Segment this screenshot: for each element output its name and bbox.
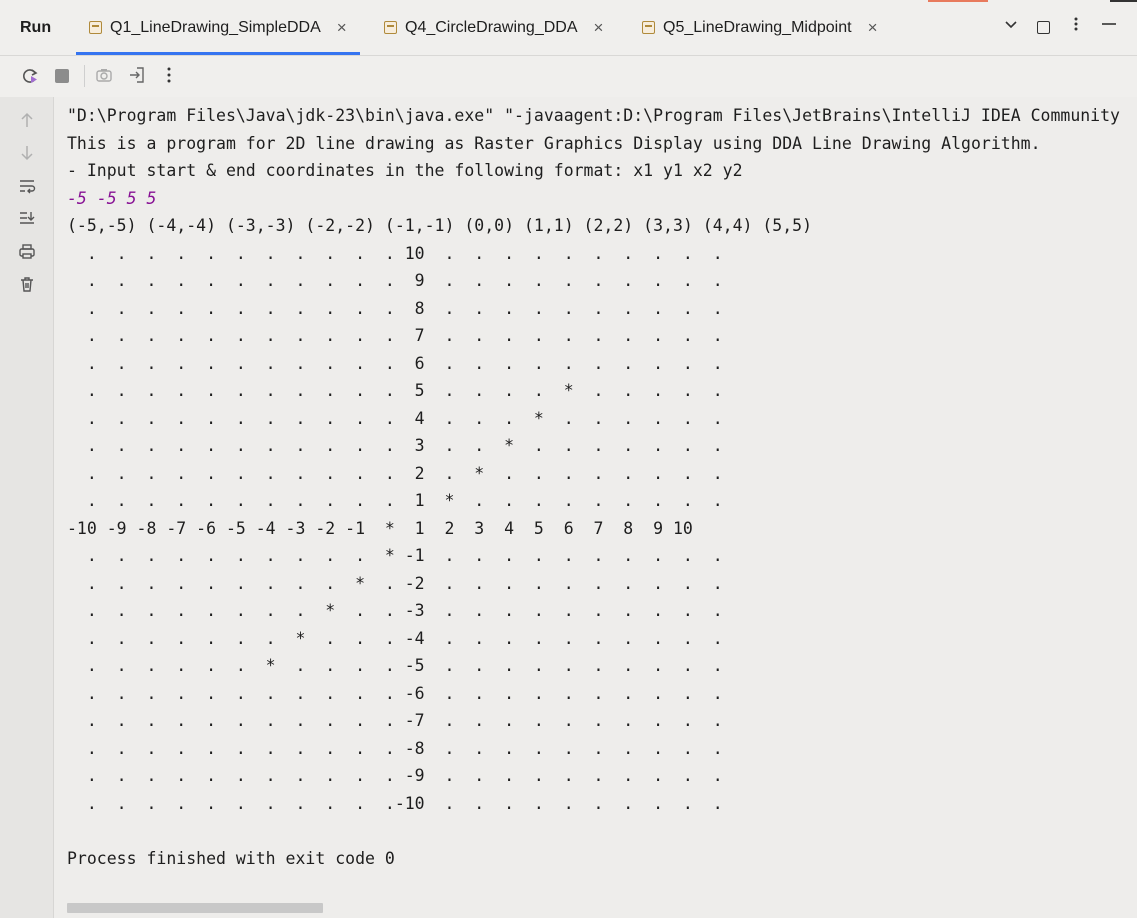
window-accent-strip	[928, 0, 988, 2]
grid-row: . . . . . . . * . . . -4 . . . . . . . .…	[67, 628, 723, 648]
grid-row: . . . . . . . . . . . -9 . . . . . . . .…	[67, 766, 723, 785]
tab-label: Q4_CircleDrawing_DDA	[405, 18, 578, 36]
exit-status: Process finished with exit code 0	[67, 848, 395, 868]
close-icon[interactable]: ×	[868, 18, 878, 38]
grid-row: . . . . . . . . . . * -1 . . . . . . . .…	[67, 546, 723, 565]
scroll-to-end-icon[interactable]	[0, 209, 53, 232]
run-panel-title: Run	[20, 19, 52, 36]
grid-row: . . . . . . * . . . . -5 . . . . . . . .…	[67, 656, 723, 675]
toolbar-separator	[84, 65, 85, 87]
window-edge-strip	[1110, 0, 1137, 2]
more-options-icon[interactable]	[161, 66, 177, 89]
tab-q4-circledrawing-dda[interactable]: Q4_CircleDrawing_DDA ×	[384, 0, 603, 55]
scroll-up-icon[interactable]	[0, 111, 53, 134]
computed-points: (-5,-5) (-4,-4) (-3,-3) (-2,-2) (-1,-1) …	[67, 216, 813, 235]
java-file-icon	[642, 21, 655, 34]
grid-row: . . . . . . . . . . . -6 . . . . . . . .…	[67, 683, 723, 703]
minimize-icon[interactable]	[1100, 16, 1118, 37]
grid-row: . . . . . . . . . * . -2 . . . . . . . .…	[67, 573, 723, 593]
grid-row: . . . . . . . . . . . 7 . . . . . . . . …	[67, 326, 723, 345]
console-output[interactable]: "D:\Program Files\Java\jdk-23\bin\java.e…	[54, 97, 1137, 918]
exit-icon[interactable]	[128, 66, 146, 89]
rerun-icon[interactable]	[20, 66, 40, 91]
clear-all-icon[interactable]	[0, 275, 53, 298]
grid-x-axis-row: -10 -9 -8 -7 -6 -5 -4 -3 -2 -1 * 1 2 3 4…	[67, 518, 693, 538]
grid-row: . . . . . . . . . . . 2 . * . . . . . . …	[67, 463, 723, 483]
scroll-down-icon[interactable]	[0, 144, 53, 167]
horizontal-scrollbar[interactable]	[67, 903, 323, 913]
close-icon[interactable]: ×	[594, 18, 604, 38]
grid-row: . . . . . . . . . . .-10 . . . . . . . .…	[67, 793, 723, 813]
run-toolbar	[0, 56, 1137, 97]
run-tool-window-header: Run Q1_LineDrawing_SimpleDDA × Q4_Circle…	[0, 0, 1137, 56]
console-gutter	[0, 97, 54, 918]
grid-row: . . . . . . . . * . . -3 . . . . . . . .…	[67, 601, 723, 620]
program-description: This is a program for 2D line drawing as…	[67, 133, 1041, 153]
tab-q1-linedrawing-simpledda[interactable]: Q1_LineDrawing_SimpleDDA ×	[76, 0, 360, 55]
tab-label: Q1_LineDrawing_SimpleDDA	[110, 18, 321, 36]
grid-row: . . . . . . . . . . . -7 . . . . . . . .…	[67, 711, 723, 730]
grid-row: . . . . . . . . . . . 5 . . . . * . . . …	[67, 381, 723, 400]
chevron-down-icon[interactable]	[1003, 16, 1019, 37]
command-line: "D:\Program Files\Java\jdk-23\bin\java.e…	[67, 106, 1120, 125]
grid-row: . . . . . . . . . . . 10 . . . . . . . .…	[67, 243, 723, 263]
tab-q5-linedrawing-midpoint[interactable]: Q5_LineDrawing_Midpoint ×	[642, 0, 878, 55]
more-options-icon[interactable]	[1068, 16, 1084, 37]
soft-wrap-icon[interactable]	[0, 177, 53, 200]
input-prompt: - Input start & end coordinates in the f…	[67, 161, 743, 180]
tab-label: Q5_LineDrawing_Midpoint	[663, 18, 852, 36]
grid-row: . . . . . . . . . . . 6 . . . . . . . . …	[67, 353, 723, 373]
screenshot-icon[interactable]	[95, 66, 113, 89]
close-icon[interactable]: ×	[337, 18, 347, 38]
grid-row: . . . . . . . . . . . -8 . . . . . . . .…	[67, 738, 723, 758]
pin-window-icon[interactable]	[1037, 21, 1050, 34]
user-input: -5 -5 5 5	[67, 188, 157, 208]
java-file-icon	[384, 21, 397, 34]
grid-row: . . . . . . . . . . . 1 * . . . . . . . …	[67, 491, 723, 510]
print-icon[interactable]	[0, 242, 53, 265]
grid-row: . . . . . . . . . . . 9 . . . . . . . . …	[67, 271, 723, 290]
java-file-icon	[89, 21, 102, 34]
console-text: "D:\Program Files\Java\jdk-23\bin\java.e…	[67, 102, 1120, 872]
stop-icon[interactable]	[55, 69, 69, 83]
grid-row: . . . . . . . . . . . 3 . . * . . . . . …	[67, 436, 723, 455]
grid-row: . . . . . . . . . . . 4 . . . * . . . . …	[67, 408, 723, 428]
grid-row: . . . . . . . . . . . 8 . . . . . . . . …	[67, 298, 723, 318]
